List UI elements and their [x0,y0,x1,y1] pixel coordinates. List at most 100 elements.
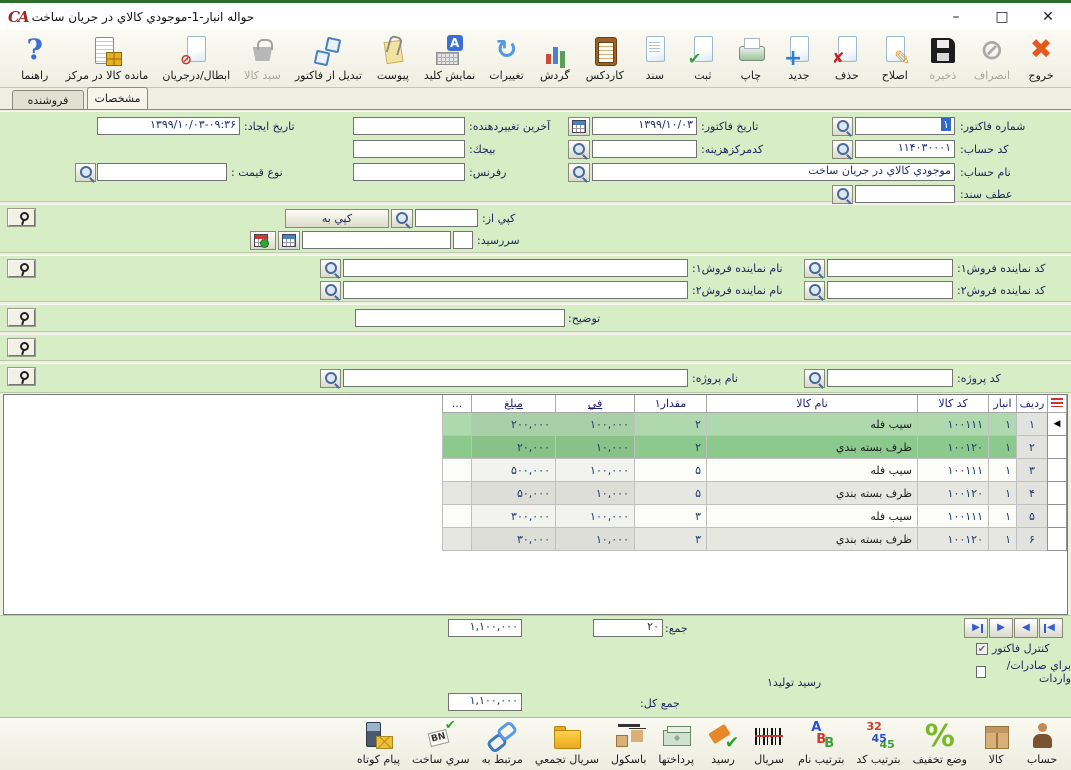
grid-cell-anbar[interactable]: ۱ [989,482,1017,505]
minimize-button[interactable]: – [933,5,979,29]
toolbar-button-convert[interactable]: تبديل از فاكتور [288,33,369,83]
grid-cell-code[interactable]: ۱۰۰۱۱۱ [918,459,989,482]
bijak-input[interactable] [353,140,465,158]
grid-cell-anbar[interactable]: ۱ [989,505,1017,528]
grid-cell-fee[interactable]: ۱۰۰,۰۰۰ [556,505,635,528]
toolbar-button-changes[interactable]: تغييرات [482,33,531,83]
grid-cell-more[interactable] [443,436,472,459]
reference-input[interactable] [353,163,465,181]
toolbar-button-delete[interactable]: حذف [823,33,871,83]
nav-last-button[interactable]: ▶ [964,618,988,638]
last-modifier-input[interactable] [353,117,465,135]
toolbar-button-receipt[interactable]: رسيد [700,720,746,766]
price-type-search-button[interactable] [75,163,96,182]
account-code-search-button[interactable] [832,140,853,159]
rep2-name-search-button[interactable] [320,281,341,300]
grid-cell-fee[interactable]: ۱۰,۰۰۰ [556,482,635,505]
invoice-date-calendar-button[interactable] [568,117,590,136]
grid-cell-name[interactable]: ظرف بسته بندي [707,482,918,505]
grid-cell-qty[interactable]: ۲ [635,413,707,436]
grid-cell-name[interactable]: سيب فله [707,413,918,436]
toolbar-button-exit[interactable]: خروج [1017,33,1065,83]
pin-button[interactable] [8,260,35,277]
grid-cell-qty[interactable]: ۵ [635,459,707,482]
toolbar-button-kardex[interactable]: كاردكس [579,33,631,83]
toolbar-button-print[interactable]: چاپ [727,33,775,83]
pin-button[interactable] [8,209,35,226]
grid-cell-more[interactable] [443,505,472,528]
copy-to-button[interactable]: كپي به [285,209,389,228]
tab-vendor[interactable]: فروشنده [12,90,84,109]
grid-row[interactable]: ◀۱۱۱۰۰۱۱۱سيب فله۲۱۰۰,۰۰۰۲۰۰,۰۰۰ [443,413,1067,436]
toolbar-button-goods[interactable]: كالا [973,720,1019,766]
invoice-date-input[interactable]: ۱۳۹۹/۱۰/۰۳ [592,117,697,135]
close-button[interactable]: ✕ [1025,5,1071,29]
grid-column-header-qty[interactable]: مقدار۱ [635,395,707,413]
row-selector[interactable] [1048,505,1067,528]
toolbar-button-serial[interactable]: سريال [746,720,792,766]
items-table[interactable]: رديفانباركد كالانام كالامقدار۱فيمبلغ...◀… [442,395,1067,551]
grid-cell-name[interactable]: ظرف بسته بندي [707,528,918,551]
grid-column-header-amount[interactable]: مبلغ [472,395,556,413]
grid-cell-qty[interactable]: ۳ [635,528,707,551]
control-invoice-option[interactable]: ✔ كنترل فاكتور [976,642,1050,655]
description-input[interactable] [355,309,565,327]
toolbar-button-account[interactable]: حساب [1019,720,1065,766]
grid-cell-more[interactable] [443,459,472,482]
toolbar-button-discount[interactable]: وضع تخفيف [907,720,973,766]
grid-column-header-fee[interactable]: في [556,395,635,413]
project-name-search-button[interactable] [320,369,341,388]
doc-ref-input[interactable] [855,185,955,203]
grid-filter-header[interactable] [1048,395,1067,413]
grid-column-header-name[interactable]: نام كالا [707,395,918,413]
nav-first-button[interactable]: ◀ [1039,618,1063,638]
grid-cell-row[interactable]: ۲ [1017,436,1048,459]
grid-cell-amount[interactable]: ۳۰,۰۰۰ [472,528,556,551]
doc-ref-search-button[interactable] [832,185,853,204]
toolbar-button-sort-name[interactable]: بترتيب نام [792,720,850,766]
toolbar-button-scale[interactable]: باسكول [605,720,652,766]
cost-center-input[interactable] [592,140,697,158]
nav-prev-button[interactable]: ◀ [1014,618,1038,638]
row-selector[interactable] [1048,436,1067,459]
grid-cell-code[interactable]: ۱۰۰۱۲۰ [918,528,989,551]
row-selector[interactable] [1048,459,1067,482]
due-date-small-input[interactable] [453,231,473,249]
invoice-no-search-button[interactable] [832,117,853,136]
rep1-code-input[interactable] [827,259,953,277]
grid-cell-code[interactable]: ۱۰۰۱۱۱ [918,413,989,436]
project-code-search-button[interactable] [804,369,825,388]
toolbar-button-circulation[interactable]: گردش [531,33,579,83]
grid-cell-anbar[interactable]: ۱ [989,436,1017,459]
due-date-input[interactable] [302,231,451,249]
toolbar-button-void[interactable]: ابطال/درجريان [155,33,237,83]
grid-cell-anbar[interactable]: ۱ [989,413,1017,436]
grid-cell-more[interactable] [443,528,472,551]
toolbar-button-linked[interactable]: مرتبط به [476,720,529,766]
grid-cell-anbar[interactable]: ۱ [989,528,1017,551]
copy-from-input[interactable] [415,209,478,227]
grid-cell-name[interactable]: سيب فله [707,459,918,482]
grid-row[interactable]: ۴۱۱۰۰۱۲۰ظرف بسته بندي۵۱۰,۰۰۰۵۰,۰۰۰ [443,482,1067,505]
grid-cell-code[interactable]: ۱۰۰۱۲۰ [918,436,989,459]
grid-cell-row[interactable]: ۵ [1017,505,1048,528]
control-invoice-checkbox[interactable]: ✔ [976,643,988,655]
account-name-input[interactable]: موجودي كالاي در جريان ساخت [592,163,955,181]
pin-button[interactable] [8,339,35,356]
grid-cell-qty[interactable]: ۲ [635,436,707,459]
tab-details[interactable]: مشخصات [87,87,148,109]
grid-column-header-row[interactable]: رديف [1017,395,1048,413]
toolbar-button-register[interactable]: ثبت [679,33,727,83]
pin-button[interactable] [8,309,35,326]
rep2-code-search-button[interactable] [804,281,825,300]
nav-next-button[interactable]: ▶ [989,618,1013,638]
grid-cell-row[interactable]: ۱ [1017,413,1048,436]
grid-cell-code[interactable]: ۱۰۰۱۱۱ [918,505,989,528]
toolbar-button-payments[interactable]: پرداختها [652,720,700,766]
grid-cell-amount[interactable]: ۲۰۰,۰۰۰ [472,413,556,436]
grid-cell-fee[interactable]: ۱۰,۰۰۰ [556,528,635,551]
grid-cell-amount[interactable]: ۳۰۰,۰۰۰ [472,505,556,528]
grid-cell-amount[interactable]: ۵۰,۰۰۰ [472,482,556,505]
rep1-code-search-button[interactable] [804,259,825,278]
grid-cell-code[interactable]: ۱۰۰۱۲۰ [918,482,989,505]
